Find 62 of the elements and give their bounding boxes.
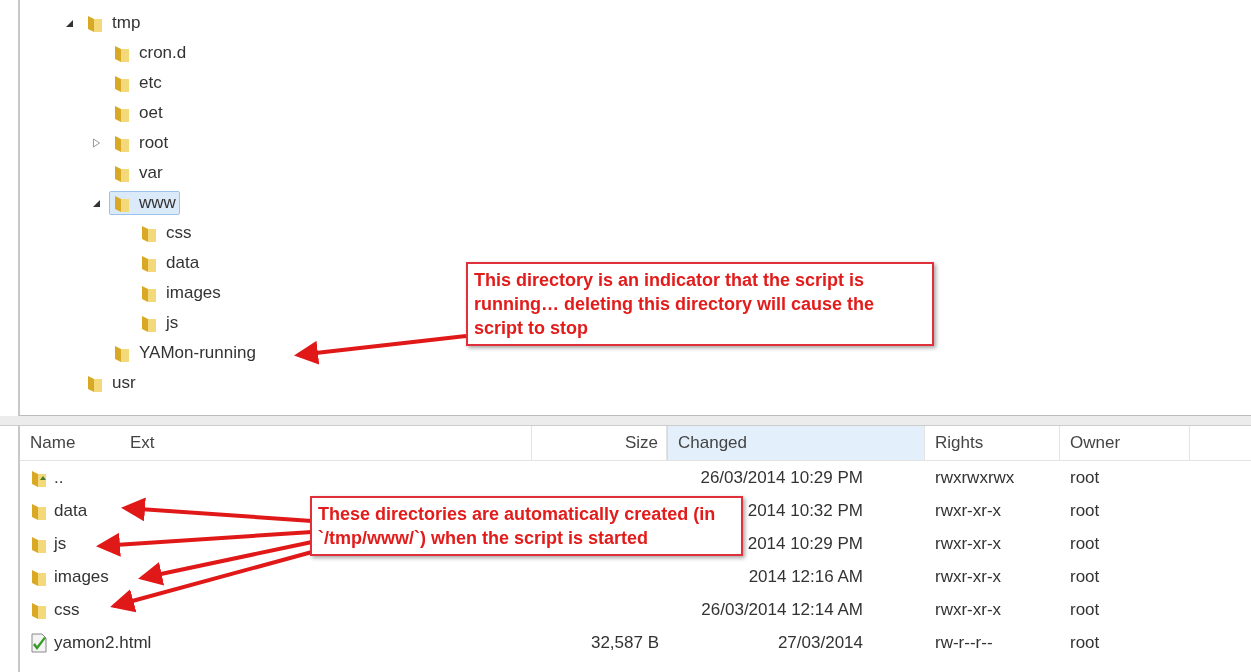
- modified-date: 27/03/2014: [777, 632, 863, 653]
- folder-icon: [86, 13, 104, 33]
- expanded-arrow-icon[interactable]: [64, 18, 74, 28]
- folder-icon: [113, 43, 131, 63]
- folder-icon: [113, 103, 131, 123]
- file-name[interactable]: data: [54, 500, 88, 521]
- file-name[interactable]: js: [54, 533, 67, 554]
- callout-note: These directories are automatically created (in `/tmp/www/`) when the script is started: [310, 496, 743, 556]
- modified-date: 2014 10:29 PM: [747, 533, 863, 554]
- tree-item[interactable]: root: [109, 131, 173, 155]
- collapsed-arrow-icon[interactable]: [91, 138, 101, 148]
- modified-date: 2014 10:32 PM: [747, 500, 863, 521]
- tree-item[interactable]: tmp: [82, 11, 145, 35]
- column-header[interactable]: Owner: [1060, 426, 1190, 460]
- tree-item[interactable]: cron.d: [109, 41, 191, 65]
- modified-date: 2014 12:16 AM: [748, 566, 863, 587]
- column-header[interactable]: Ext: [120, 426, 532, 460]
- tree-item[interactable]: YAMon-running: [109, 341, 260, 365]
- permissions: rwxrwxrwx: [935, 467, 1015, 488]
- permissions: rw-r--r--: [935, 632, 993, 653]
- owner: root: [1070, 500, 1100, 521]
- file-size: 32,587 B: [590, 632, 659, 653]
- tree-item[interactable]: js: [136, 311, 183, 335]
- tree-item[interactable]: www: [109, 191, 180, 215]
- folder-icon: [140, 253, 158, 273]
- owner: root: [1070, 566, 1100, 587]
- file-name[interactable]: yamon2.html: [54, 632, 152, 653]
- tree-item[interactable]: etc: [109, 71, 166, 95]
- owner: root: [1070, 533, 1100, 554]
- callout-note: This directory is an indicator that the script is running… deleting this directory will cause the script to stop: [466, 262, 934, 346]
- column-header[interactable]: Name: [20, 426, 120, 460]
- folder-icon: [113, 133, 131, 153]
- permissions: rwxr-xr-x: [935, 533, 1002, 554]
- folder-icon: [113, 73, 131, 93]
- column-header[interactable]: Changed: [667, 426, 925, 460]
- file-name[interactable]: images: [54, 566, 109, 587]
- permissions: rwxr-xr-x: [935, 566, 1002, 587]
- folder-icon: [113, 343, 131, 363]
- modified-date: 26/03/2014 10:29 PM: [700, 467, 863, 488]
- modified-date: 26/03/2014 12:14 AM: [701, 599, 863, 620]
- permissions: rwxr-xr-x: [935, 599, 1002, 620]
- folder-icon: [140, 313, 158, 333]
- owner: root: [1070, 599, 1100, 620]
- file-name[interactable]: css: [54, 599, 80, 620]
- folder-icon: [140, 283, 158, 303]
- file-name[interactable]: ..: [54, 467, 64, 488]
- permissions: rwxr-xr-x: [935, 500, 1002, 521]
- tree-item[interactable]: oet: [109, 101, 167, 125]
- folder-icon: [86, 373, 104, 393]
- owner: root: [1070, 467, 1100, 488]
- tree-item[interactable]: data: [136, 251, 204, 275]
- document-icon: [30, 632, 48, 653]
- tree-item[interactable]: usr: [82, 371, 140, 395]
- column-header[interactable]: Rights: [925, 426, 1060, 460]
- folder-icon: [140, 223, 158, 243]
- tree-item[interactable]: css: [136, 221, 196, 245]
- owner: root: [1070, 632, 1100, 653]
- tree-item[interactable]: images: [136, 281, 225, 305]
- tree-item[interactable]: var: [109, 161, 167, 185]
- expanded-arrow-icon[interactable]: [91, 198, 101, 208]
- folder-icon: [113, 193, 131, 213]
- folder-icon: [113, 163, 131, 183]
